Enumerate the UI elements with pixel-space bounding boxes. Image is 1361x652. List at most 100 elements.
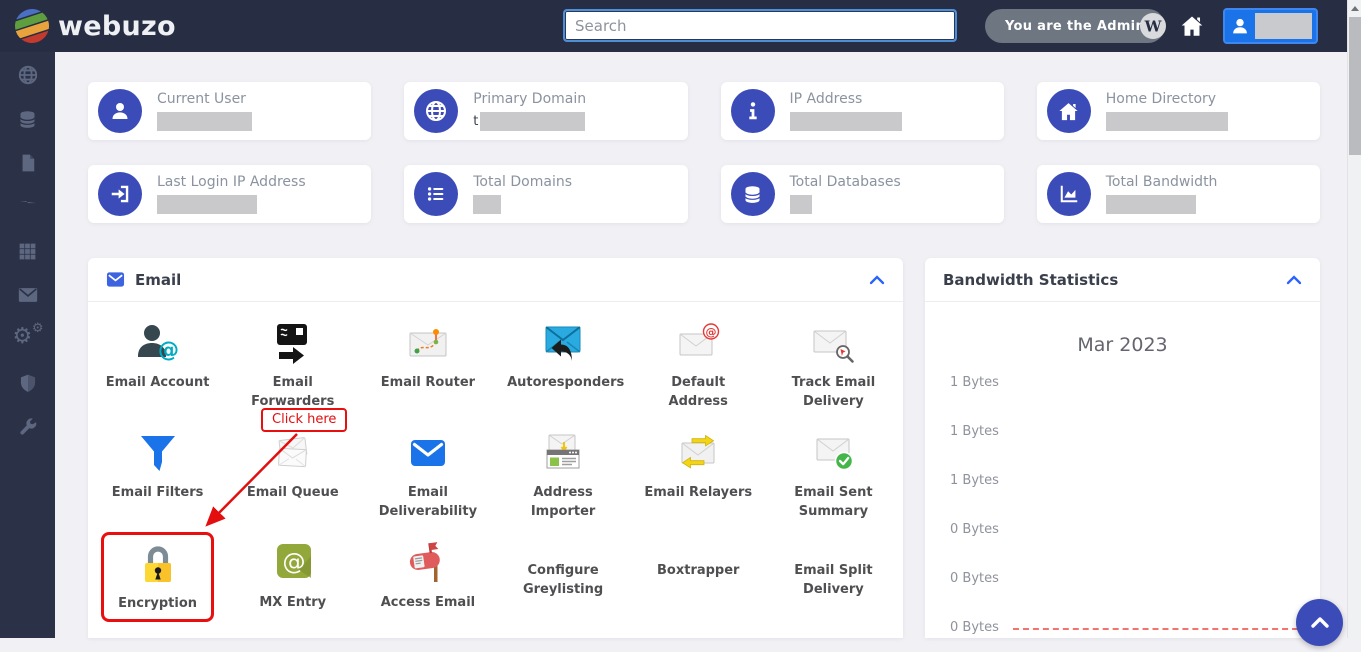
svg-text:@: @: [158, 338, 179, 362]
scrollbar-up-button[interactable]: [1348, 0, 1361, 17]
sidebar-item-email[interactable]: [0, 273, 55, 317]
email-collapse-button[interactable]: [869, 275, 885, 285]
email-filters-icon: [135, 430, 181, 476]
y-tick-label: 0 Bytes: [950, 620, 999, 635]
bandwidth-collapse-button[interactable]: [1286, 275, 1302, 285]
wordpress-icon[interactable]: W: [1139, 12, 1167, 40]
svg-text:W: W: [1144, 18, 1163, 36]
sidebar-item-apps[interactable]: [0, 229, 55, 273]
main-content: Current User Primary Domain t IP Address: [55, 52, 1347, 638]
encryption-highlight-box: Encryption: [101, 532, 214, 622]
email-item-email-split-delivery[interactable]: Email Split Delivery: [766, 528, 901, 638]
admin-badge: You are the Admin: [985, 9, 1165, 43]
user-account-button[interactable]: [1223, 8, 1318, 44]
email-item-email-forwarders[interactable]: Email Forwarders: [225, 308, 360, 418]
sidebar-nav: ⚙⚙: [0, 52, 55, 638]
database-icon: [17, 109, 38, 130]
vertical-scrollbar[interactable]: [1347, 0, 1361, 638]
globe-icon: [17, 64, 39, 86]
brand-name: webuzo: [58, 11, 176, 42]
info-icon: [731, 89, 775, 133]
email-item-boxtrapper[interactable]: Boxtrapper: [631, 528, 766, 638]
bandwidth-panel-header: Bandwidth Statistics: [925, 258, 1320, 302]
mx-entry-icon: @: [270, 540, 316, 586]
email-item-email-filters[interactable]: Email Filters: [90, 418, 225, 528]
stat-card-last-login-ip: Last Login IP Address: [88, 165, 371, 223]
scroll-to-top-button[interactable]: [1296, 599, 1343, 646]
stat-label: Home Directory: [1106, 91, 1228, 107]
email-item-configure-greylisting[interactable]: Configure Greylisting: [496, 528, 631, 638]
chevron-up-icon: [1310, 616, 1330, 629]
shield-icon: [18, 373, 38, 393]
triangle-up-icon: [1351, 6, 1359, 11]
wrench-icon: [18, 417, 38, 437]
y-tick-label: 1 Bytes: [950, 473, 999, 488]
click-here-annotation: Click here: [261, 408, 347, 432]
webuzo-logo[interactable]: webuzo: [12, 6, 176, 46]
redacted-value: [1106, 112, 1228, 131]
stat-card-ip-address: IP Address: [721, 82, 1004, 140]
email-item-mx-entry[interactable]: @ MX Entry: [225, 528, 360, 638]
email-item-default-address[interactable]: @ Default Address: [631, 308, 766, 418]
y-tick-label: 1 Bytes: [950, 375, 999, 390]
stat-label: IP Address: [790, 91, 902, 107]
redacted-value: [157, 195, 257, 214]
email-item-email-router[interactable]: Email Router: [360, 308, 495, 418]
y-tick-label: 0 Bytes: [950, 522, 999, 537]
webuzo-sphere-icon: [12, 6, 52, 46]
redacted-value: [473, 195, 501, 214]
redacted-value: [1106, 195, 1196, 214]
home-icon: [1047, 89, 1091, 133]
email-item-autoresponders[interactable]: Autoresponders: [496, 308, 631, 418]
email-item-email-deliverability[interactable]: Email Deliverability: [360, 418, 495, 528]
mail-icon: [17, 284, 39, 306]
stat-label: Total Bandwidth: [1106, 174, 1218, 190]
topbar: webuzo You are the Admin W: [0, 0, 1361, 52]
email-deliverability-icon: [405, 430, 451, 476]
email-account-icon: @: [135, 320, 181, 366]
access-email-icon: [405, 540, 451, 586]
home-icon[interactable]: [1179, 13, 1205, 39]
y-tick-label: 1 Bytes: [950, 424, 999, 439]
stat-label: Total Domains: [473, 174, 572, 190]
autoresponders-icon: [540, 320, 586, 366]
app-grid-icon: [17, 241, 38, 262]
sidebar-item-globe[interactable]: [0, 53, 55, 97]
address-importer-icon: [540, 430, 586, 476]
sidebar-item-tools[interactable]: [0, 405, 55, 449]
bandwidth-panel-title: Bandwidth Statistics: [943, 271, 1118, 289]
redacted-value: [480, 112, 585, 131]
sidebar-item-files[interactable]: [0, 141, 55, 185]
svg-text:@: @: [282, 550, 305, 576]
gears-icon: ⚙⚙: [15, 326, 41, 352]
folder-icon: [17, 196, 39, 218]
email-item-email-account[interactable]: @ Email Account: [90, 308, 225, 418]
email-item-encryption[interactable]: Encryption: [90, 528, 225, 638]
email-item-access-email[interactable]: Access Email: [360, 528, 495, 638]
email-router-icon: [405, 320, 451, 366]
email-item-email-sent-summary[interactable]: Email Sent Summary: [766, 418, 901, 528]
email-item-track-email-delivery[interactable]: Track Email Delivery: [766, 308, 901, 418]
search-input[interactable]: [563, 9, 957, 42]
sidebar-item-folders[interactable]: [0, 185, 55, 229]
sidebar-item-settings[interactable]: ⚙⚙: [0, 317, 55, 361]
stat-card-current-user: Current User: [88, 82, 371, 140]
chart-title: Mar 2023: [925, 334, 1320, 356]
user-icon: [1229, 14, 1251, 38]
track-email-delivery-icon: [810, 320, 856, 366]
document-icon: [18, 153, 38, 173]
sidebar-item-security[interactable]: [0, 361, 55, 405]
bandwidth-panel: Bandwidth Statistics Mar 2023 1 Bytes 1 …: [925, 258, 1320, 638]
redacted-value: [157, 112, 252, 131]
area-chart-icon: [1047, 172, 1091, 216]
email-item-address-importer[interactable]: Address Importer: [496, 418, 631, 528]
email-item-email-relayers[interactable]: Email Relayers: [631, 418, 766, 528]
chevron-up-icon: [869, 275, 885, 285]
list-icon: [414, 172, 458, 216]
email-item-email-queue[interactable]: Email Queue: [225, 418, 360, 528]
email-panel: Email @ Email Account: [88, 258, 903, 638]
sidebar-item-database[interactable]: [0, 97, 55, 141]
value-prefix: t: [473, 114, 478, 129]
stat-card-total-databases: Total Databases: [721, 165, 1004, 223]
scrollbar-thumb[interactable]: [1349, 17, 1361, 155]
